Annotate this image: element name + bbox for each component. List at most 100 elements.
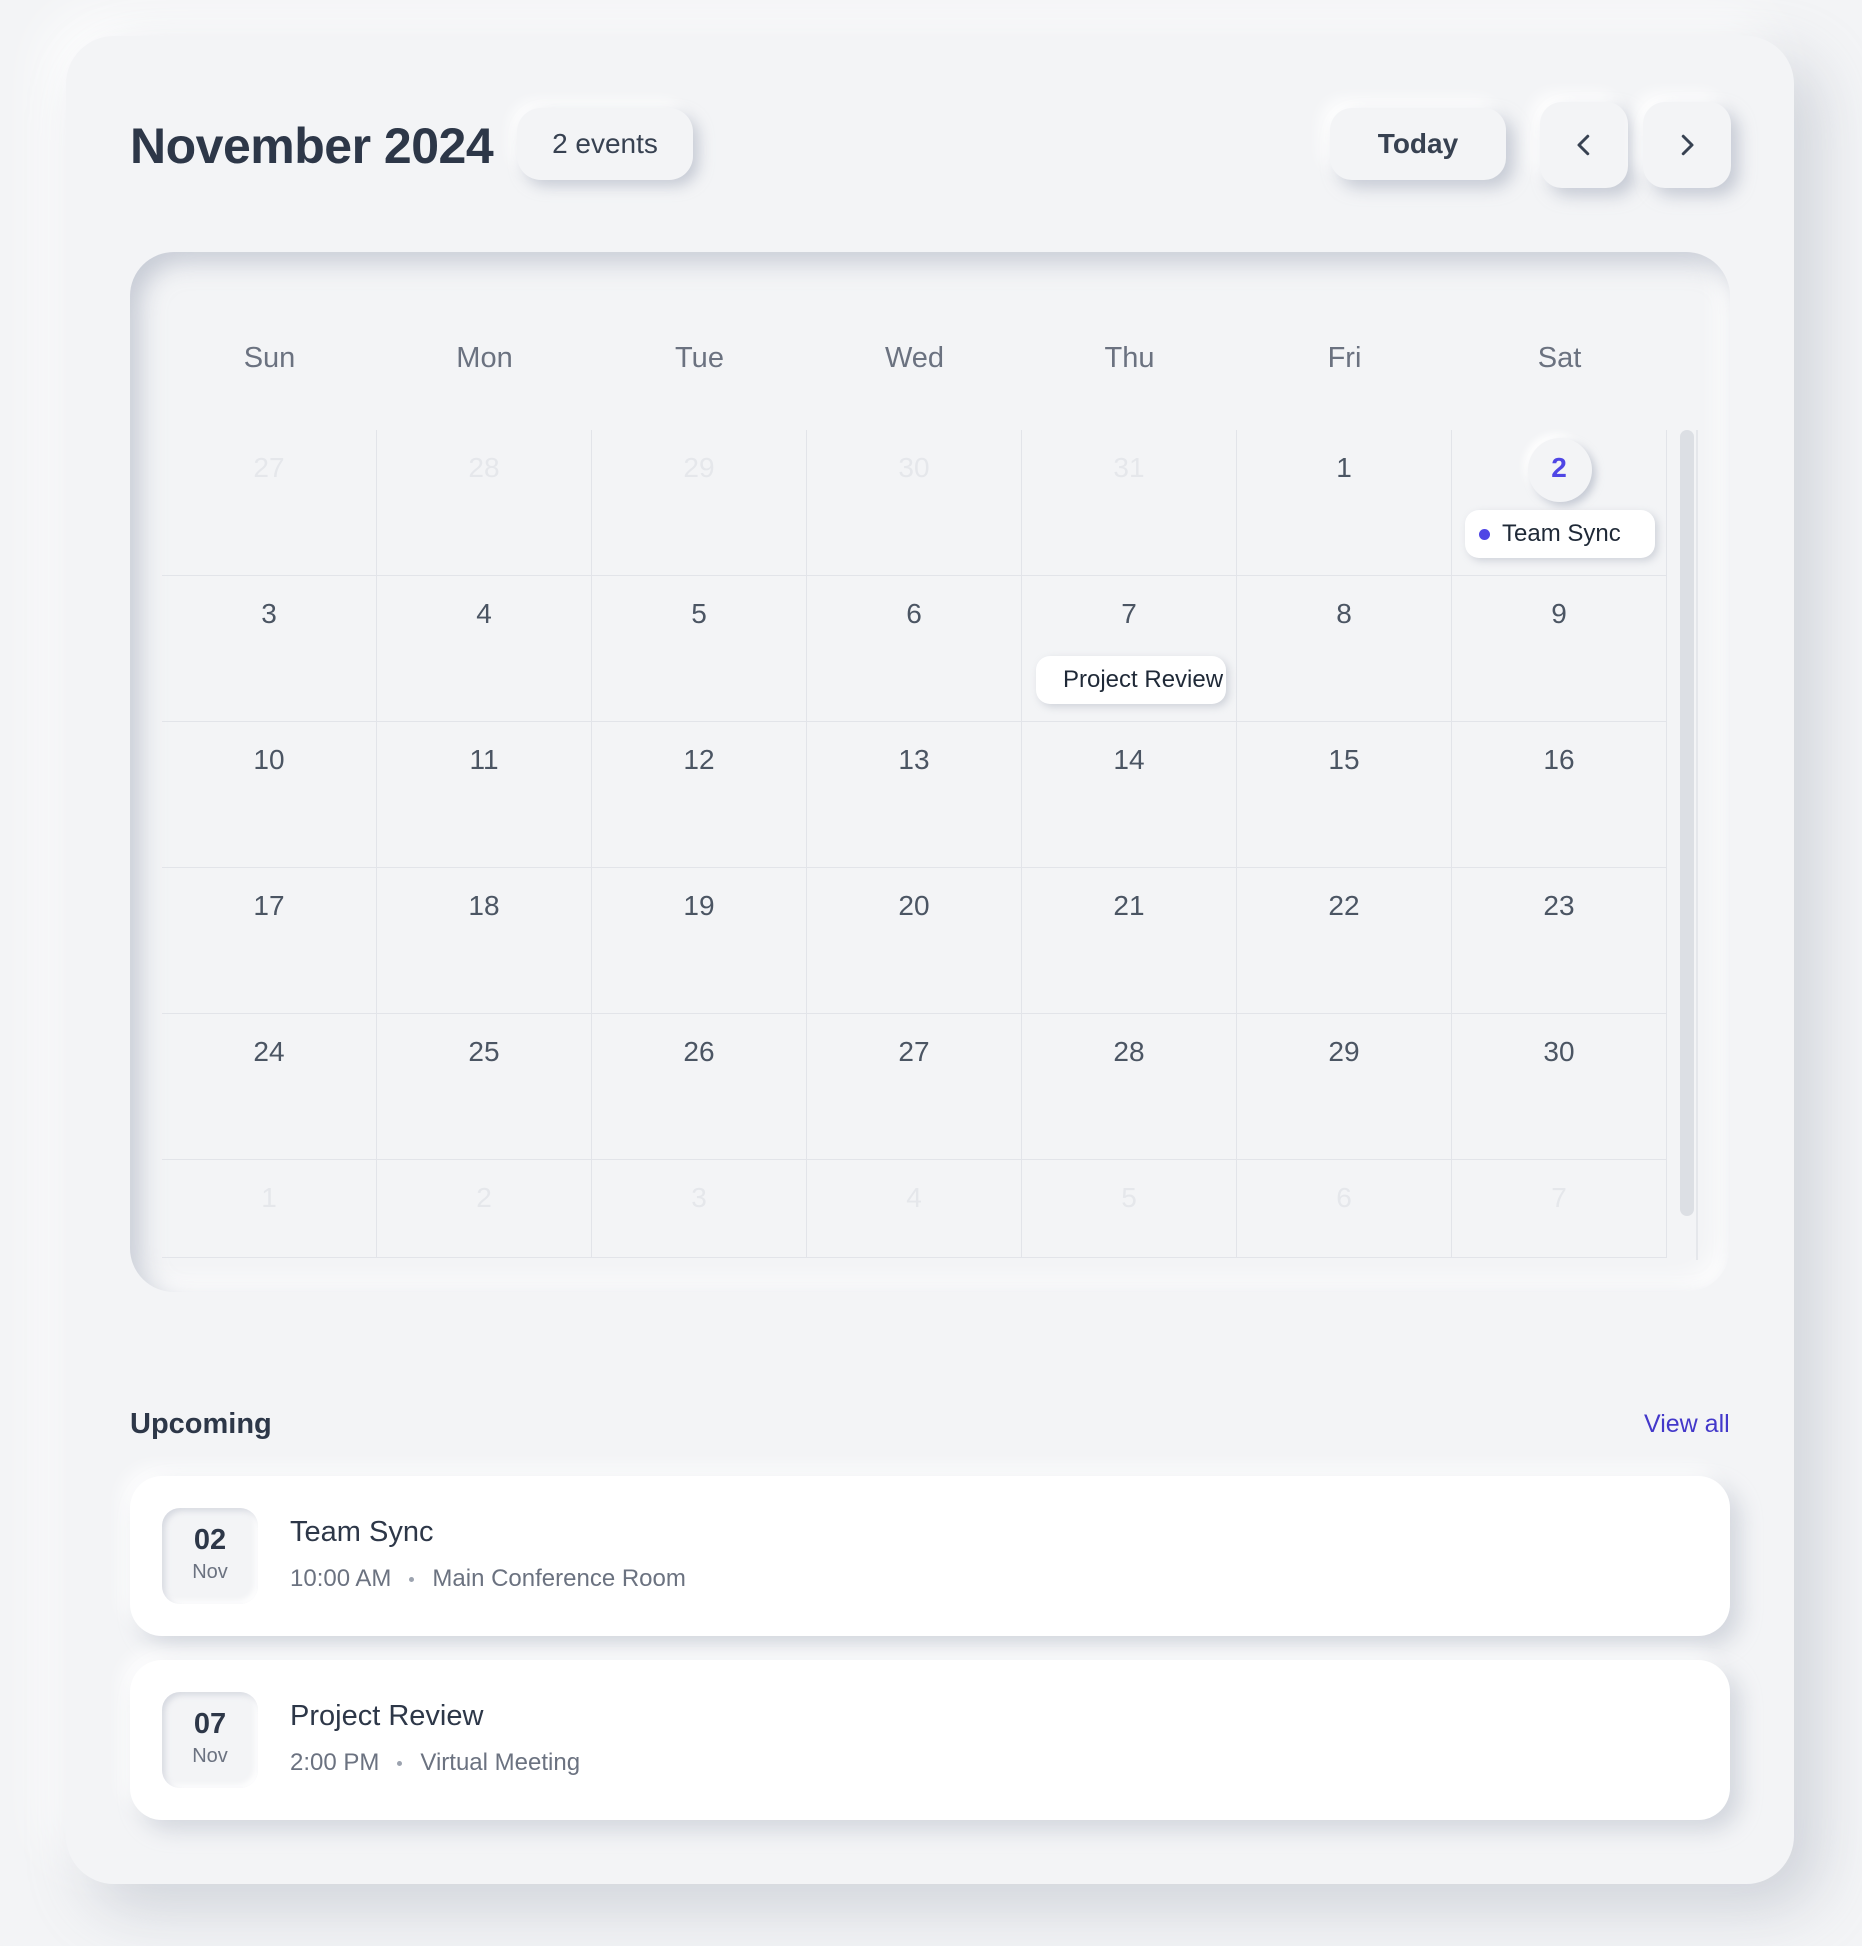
week-row: 1 2 3 4 5 6 7	[162, 1160, 1667, 1258]
day-cell[interactable]: 30	[1452, 1014, 1667, 1160]
day-cell[interactable]: 26	[592, 1014, 807, 1160]
day-cell[interactable]: 27	[807, 1014, 1022, 1160]
day-cell[interactable]: 29	[1237, 1014, 1452, 1160]
day-number: 19	[683, 890, 715, 921]
day-number: 11	[469, 744, 499, 775]
day-number: 5	[1121, 1182, 1137, 1213]
day-number: 3	[261, 598, 277, 629]
day-cell-outside-month[interactable]: 29	[592, 430, 807, 576]
day-cell[interactable]: 16	[1452, 722, 1667, 868]
day-number: 6	[906, 598, 922, 629]
day-cell-outside-month[interactable]: 30	[807, 430, 1022, 576]
day-cell[interactable]: 25	[377, 1014, 592, 1160]
day-cell-outside-month[interactable]: 1	[162, 1160, 377, 1258]
day-cell[interactable]: 5	[592, 576, 807, 722]
month-grid: 27 28 29 30 31 1 2 Team Sync 3 4 5 6 7 Project Review…	[162, 430, 1667, 1258]
day-number: 5	[691, 598, 707, 629]
day-cell[interactable]: 14	[1022, 722, 1237, 868]
week-row: 10 11 12 13 14 15 16	[162, 722, 1667, 868]
day-number: 30	[1543, 1036, 1575, 1067]
day-cell-outside-month[interactable]: 5	[1022, 1160, 1237, 1258]
chevron-right-icon	[1681, 134, 1694, 156]
weekday-label: Thu	[1104, 342, 1155, 374]
day-number: 1	[1336, 452, 1352, 483]
scroll-track	[1696, 430, 1698, 1260]
day-cell[interactable]: 8	[1237, 576, 1452, 722]
next-month-button[interactable]	[1643, 102, 1731, 188]
event-chip-label: Team Sync	[1502, 520, 1621, 547]
day-cell-outside-month[interactable]: 31	[1022, 430, 1237, 576]
event-meta: 2:00 PM Virtual Meeting	[290, 1749, 580, 1777]
view-all-link[interactable]: View all	[1644, 1410, 1730, 1439]
day-number: 4	[476, 598, 492, 629]
event-time: 2:00 PM	[290, 1749, 380, 1776]
day-number: 4	[906, 1182, 922, 1213]
day-number: 23	[1543, 890, 1575, 921]
day-number: 13	[898, 744, 930, 775]
day-cell[interactable]: 1	[1237, 430, 1452, 576]
day-cell[interactable]: 19	[592, 868, 807, 1014]
day-cell[interactable]: 13	[807, 722, 1022, 868]
day-cell[interactable]: 11	[377, 722, 592, 868]
event-title: Team Sync	[290, 1516, 434, 1548]
month-grid-panel: Sun Mon Tue Wed Thu Fri Sat 27 28 29 30 31 1 2 Team S…	[130, 252, 1730, 1292]
day-cell[interactable]: 7 Project Review	[1022, 576, 1237, 722]
day-cell[interactable]: 22	[1237, 868, 1452, 1014]
week-row: 3 4 5 6 7 Project Review 8 9	[162, 576, 1667, 722]
day-cell[interactable]: 10	[162, 722, 377, 868]
week-row: 17 18 19 20 21 22 23	[162, 868, 1667, 1014]
upcoming-event-card[interactable]: 07 Nov Project Review 2:00 PM Virtual Me…	[130, 1660, 1730, 1820]
weekday-label: Wed	[884, 342, 945, 374]
day-number: 1	[261, 1182, 277, 1213]
day-number: 27	[253, 452, 285, 483]
day-cell[interactable]: 3	[162, 576, 377, 722]
day-cell-outside-month[interactable]: 6	[1237, 1160, 1452, 1258]
day-number: 14	[1113, 744, 1145, 775]
day-cell-today[interactable]: 2 Team Sync	[1452, 430, 1667, 576]
day-cell[interactable]: 4	[377, 576, 592, 722]
chevron-left-icon	[1577, 134, 1590, 156]
prev-month-button[interactable]	[1540, 102, 1628, 188]
day-cell-outside-month[interactable]: 4	[807, 1160, 1022, 1258]
day-cell-outside-month[interactable]: 28	[377, 430, 592, 576]
day-number: 26	[683, 1036, 715, 1067]
day-cell[interactable]: 17	[162, 868, 377, 1014]
day-cell-outside-month[interactable]: 3	[592, 1160, 807, 1258]
day-number: 15	[1328, 744, 1360, 775]
calendar-header: November 2024 2 events Today	[130, 100, 1731, 190]
day-number: 17	[253, 890, 285, 921]
day-number: 20	[898, 890, 930, 921]
day-cell[interactable]: 23	[1452, 868, 1667, 1014]
day-number: 9	[1551, 598, 1567, 629]
grid-scrollbar[interactable]	[1680, 430, 1694, 1216]
day-cell[interactable]: 20	[807, 868, 1022, 1014]
day-number: 7	[1551, 1182, 1567, 1213]
weekday-label: Tue	[675, 342, 724, 374]
day-number: 2	[1551, 452, 1567, 483]
event-date-box: 02 Nov	[162, 1508, 258, 1604]
day-number: 29	[683, 452, 715, 483]
day-number: 8	[1336, 598, 1352, 629]
day-cell[interactable]: 18	[377, 868, 592, 1014]
event-chip[interactable]: Project Review	[1036, 656, 1226, 704]
day-number: 22	[1328, 890, 1360, 921]
today-button[interactable]: Today	[1330, 108, 1506, 180]
day-number: 29	[1328, 1036, 1360, 1067]
day-cell[interactable]: 28	[1022, 1014, 1237, 1160]
day-cell[interactable]: 15	[1237, 722, 1452, 868]
day-cell[interactable]: 12	[592, 722, 807, 868]
day-cell[interactable]: 21	[1022, 868, 1237, 1014]
event-meta: 10:00 AM Main Conference Room	[290, 1565, 686, 1593]
weekday-label: Fri	[1327, 342, 1362, 374]
event-chip[interactable]: Team Sync	[1465, 510, 1655, 558]
day-cell[interactable]: 9	[1452, 576, 1667, 722]
day-cell-outside-month[interactable]: 7	[1452, 1160, 1667, 1258]
day-cell[interactable]: 6	[807, 576, 1022, 722]
day-cell-outside-month[interactable]: 2	[377, 1160, 592, 1258]
upcoming-event-card[interactable]: 02 Nov Team Sync 10:00 AM Main Conferenc…	[130, 1476, 1730, 1636]
day-number: 7	[1121, 598, 1137, 629]
day-number: 21	[1113, 890, 1145, 921]
day-cell-outside-month[interactable]: 27	[162, 430, 377, 576]
day-cell[interactable]: 24	[162, 1014, 377, 1160]
event-month: Nov	[192, 1745, 228, 1767]
